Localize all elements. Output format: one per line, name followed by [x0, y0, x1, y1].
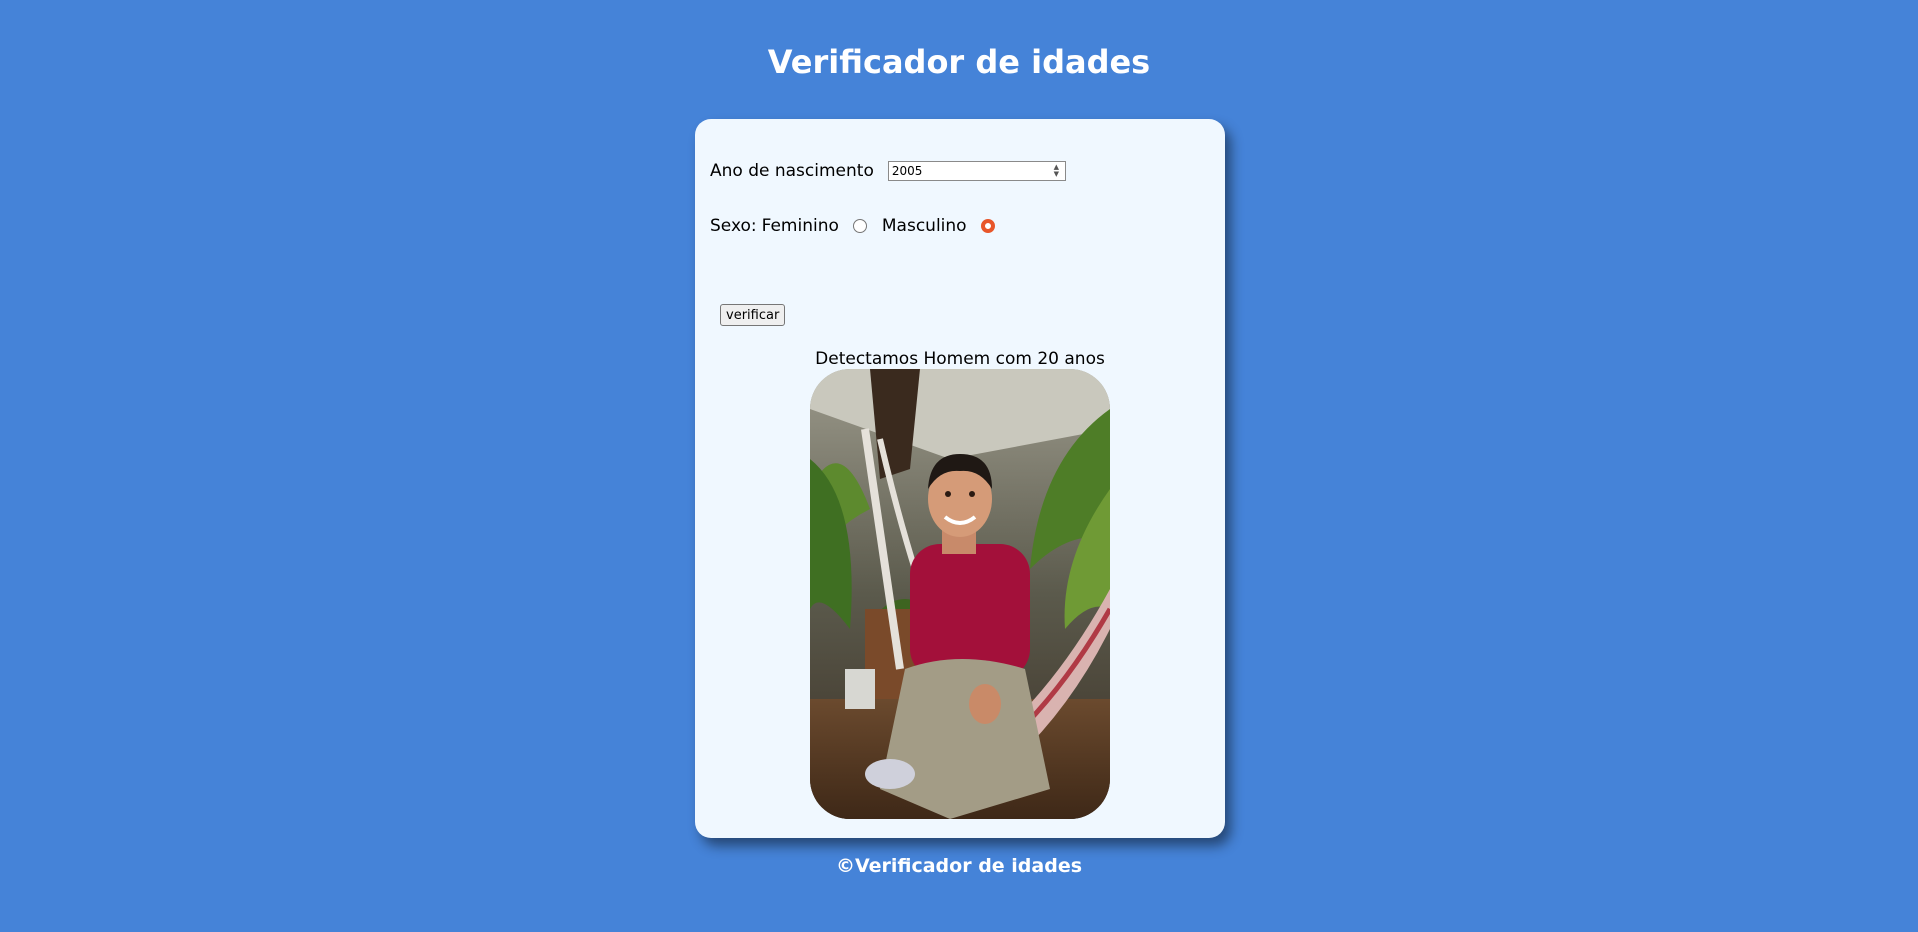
chevron-down-icon[interactable]: ▼ [1054, 171, 1059, 178]
sex-label: Sexo: [710, 216, 757, 236]
result-photo [810, 369, 1110, 819]
year-spinner[interactable]: ▲ ▼ [1049, 163, 1064, 179]
year-label: Ano de nascimento [710, 161, 874, 181]
female-label: Feminino [761, 216, 839, 236]
male-radio[interactable] [980, 219, 995, 233]
year-row: Ano de nascimento ▲ ▼ [710, 160, 1066, 182]
year-input-box[interactable]: ▲ ▼ [887, 161, 1066, 181]
boy-in-hammock-image [810, 369, 1110, 819]
male-label: Masculino [881, 216, 967, 236]
female-radio[interactable] [852, 219, 867, 233]
footer: ©Verificador de idades [835, 855, 1083, 877]
verify-button[interactable]: verificar [720, 304, 786, 326]
page-title: Verificador de idades [767, 43, 1151, 81]
result-text: Detectamos Homem com 20 anos [815, 349, 1105, 369]
form-card: Ano de nascimento ▲ ▼ Sexo: Feminino Mas… [695, 119, 1225, 838]
year-input[interactable] [888, 162, 1045, 180]
sex-row: Sexo: Feminino Masculino [710, 214, 995, 238]
